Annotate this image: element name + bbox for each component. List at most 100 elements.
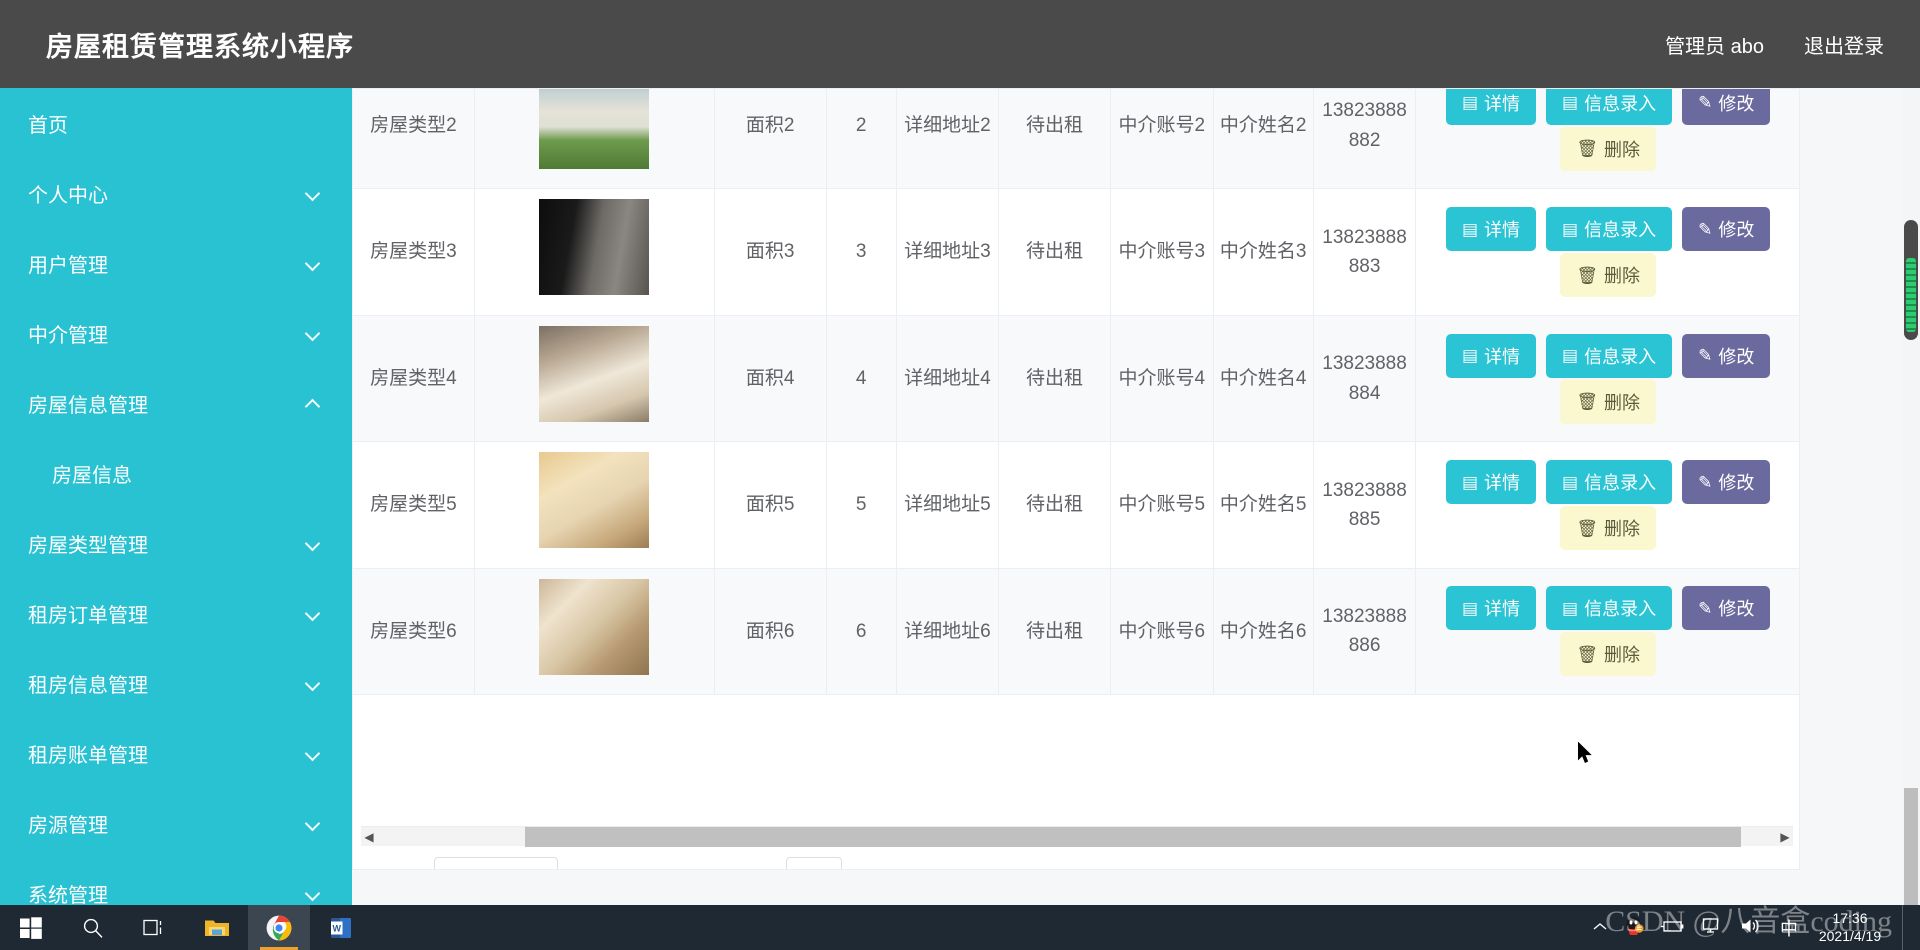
qq-icon[interactable] — [1624, 915, 1644, 940]
edit-button[interactable]: ✎ 修改 — [1682, 89, 1771, 125]
main-content: 房屋类型2 面积2 2 详细地址2 待出租 中介账号2 中介姓名2 13823888882 ▤ 详… — [352, 88, 1920, 905]
taskbar-clock[interactable]: 17:36 2021/4/19 — [1814, 910, 1886, 945]
document-icon: ▤ — [1562, 472, 1579, 492]
entry-button[interactable]: ▤ 信息录入 — [1546, 333, 1673, 378]
sidebar-item-5[interactable]: 房屋信息 — [0, 438, 352, 508]
word-icon[interactable]: W — [310, 905, 372, 950]
entry-button[interactable]: ▤ 信息录入 — [1546, 586, 1673, 631]
action-button-group-secondary: 🗑 删除 — [1422, 253, 1794, 298]
ime-indicator[interactable]: 中 — [1780, 915, 1798, 941]
taskbar-tray: 中 17:36 2021/4/19 — [1592, 905, 1920, 950]
sidebar-item-10[interactable]: 房源管理 — [0, 788, 352, 858]
delete-button[interactable]: 🗑 删除 — [1560, 379, 1656, 424]
house-table: 房屋类型2 面积2 2 详细地址2 待出租 中介账号2 中介姓名2 13823888882 ▤ 详… — [353, 89, 1799, 696]
edit-button[interactable]: ✎ 修改 — [1682, 333, 1771, 378]
chrome-icon[interactable] — [248, 905, 310, 950]
cell-agent-name: 中介姓名6 — [1213, 568, 1314, 696]
logout-button[interactable]: 退出登录 — [1804, 30, 1884, 59]
edit-button-label: 修改 — [1718, 93, 1755, 114]
entry-button[interactable]: ▤ 信息录入 — [1546, 89, 1673, 125]
horizontal-scrollbar[interactable]: ◀ ▶ — [361, 826, 1793, 847]
sidebar-item-label: 首页 — [28, 114, 68, 137]
goto-page-input[interactable] — [786, 857, 843, 869]
hscroll-track[interactable] — [377, 826, 1777, 847]
sidebar-item-1[interactable]: 个人中心 — [0, 158, 352, 228]
scroll-left-arrow-icon[interactable]: ◀ — [361, 830, 377, 844]
detail-button[interactable]: ▤ 详情 — [1445, 89, 1537, 125]
cell-agent-account: 中介账号6 — [1110, 568, 1214, 696]
sidebar-item-label: 系统管理 — [28, 884, 108, 906]
pencil-icon: ✎ — [1698, 598, 1713, 618]
sidebar-item-8[interactable]: 租房信息管理 — [0, 648, 352, 718]
entry-button[interactable]: ▤ 信息录入 — [1546, 207, 1673, 252]
sidebar-nav[interactable]: 首页个人中心用户管理中介管理 房屋信息管理 房屋信息 房屋类型管理租房订单管理 租房信息… — [0, 88, 352, 905]
cell-phone: 13823888882 — [1313, 89, 1417, 190]
delete-button[interactable]: 🗑 删除 — [1560, 506, 1656, 551]
cell-agent-account: 中介账号2 — [1110, 89, 1214, 190]
detail-button[interactable]: ▤ 详情 — [1445, 586, 1537, 631]
edit-button[interactable]: ✎ 修改 — [1682, 207, 1771, 252]
vscroll-thumb[interactable] — [1904, 220, 1918, 340]
windows-start-icon[interactable] — [0, 905, 62, 950]
sidebar-item-9[interactable]: 租房账单管理 — [0, 718, 352, 788]
scroll-right-arrow-icon[interactable]: ▶ — [1777, 830, 1793, 844]
detail-button[interactable]: ▤ 详情 — [1445, 207, 1537, 252]
page-number-1[interactable]: 1 — [624, 868, 664, 869]
detail-button[interactable]: ▤ 详情 — [1445, 333, 1537, 378]
battery-icon[interactable] — [1660, 918, 1686, 937]
detail-button-label: 详情 — [1484, 220, 1521, 241]
pencil-icon: ✎ — [1698, 93, 1713, 113]
table-row: 房屋类型2 面积2 2 详细地址2 待出租 中介账号2 中介姓名2 13823888882 ▤ 详… — [353, 89, 1799, 190]
volume-icon[interactable] — [1740, 917, 1764, 938]
document-icon: ▤ — [1562, 219, 1579, 239]
hscroll-thumb[interactable] — [525, 826, 1741, 847]
sidebar-item-0[interactable]: 首页 — [0, 88, 352, 158]
file-explorer-icon[interactable] — [186, 905, 248, 950]
delete-button[interactable]: 🗑 删除 — [1560, 126, 1656, 171]
chevron-down-icon — [306, 326, 320, 340]
search-icon[interactable] — [62, 905, 124, 950]
action-button-group: ▤ 详情 ▤ 信息录入 ✎ 修改 — [1422, 207, 1794, 252]
network-icon[interactable] — [1702, 917, 1724, 938]
document-icon: ▤ — [1461, 219, 1479, 239]
task-view-icon[interactable] — [124, 905, 186, 950]
cell-number: 5 — [826, 441, 897, 569]
chevron-down-icon — [306, 886, 320, 900]
sidebar-item-11[interactable]: 系统管理 — [0, 858, 352, 906]
delete-button[interactable]: 🗑 删除 — [1560, 632, 1656, 677]
sidebar-item-label: 租房信息管理 — [28, 674, 148, 697]
cell-house-image — [474, 89, 715, 190]
delete-button-label: 删除 — [1603, 266, 1640, 287]
edit-button-label: 修改 — [1718, 346, 1755, 367]
delete-button[interactable]: 🗑 删除 — [1560, 253, 1656, 298]
document-icon: ▤ — [1461, 472, 1479, 492]
sidebar-item-label: 租房订单管理 — [28, 604, 148, 627]
cell-address: 详细地址6 — [896, 568, 1000, 696]
sidebar-item-4[interactable]: 房屋信息管理 — [0, 368, 352, 438]
next-page-button[interactable]: › — [664, 859, 704, 870]
prev-page-button[interactable]: ‹ — [584, 859, 624, 870]
page-size-select[interactable]: 10条/页 — [434, 857, 559, 869]
sidebar-item-2[interactable]: 用户管理 — [0, 228, 352, 298]
sidebar-item-label: 用户管理 — [28, 254, 108, 277]
sidebar-item-6[interactable]: 房屋类型管理 — [0, 508, 352, 578]
vscroll-track-lower[interactable] — [1904, 788, 1918, 905]
sidebar-item-3[interactable]: 中介管理 — [0, 298, 352, 368]
detail-button[interactable]: ▤ 详情 — [1445, 460, 1537, 505]
action-button-group-secondary: 🗑 删除 — [1422, 506, 1794, 551]
vertical-scrollbar[interactable] — [1902, 88, 1920, 905]
cell-agent-name: 中介姓名4 — [1213, 315, 1314, 443]
app-header: 房屋租赁管理系统小程序 管理员 abo 退出登录 — [0, 0, 1920, 88]
chevron-up-icon[interactable] — [1592, 920, 1608, 936]
trash-icon: 🗑 — [1576, 644, 1598, 664]
interior-corridor-photo — [539, 578, 650, 675]
entry-button[interactable]: ▤ 信息录入 — [1546, 460, 1673, 505]
table-scroll-area[interactable]: 房屋类型2 面积2 2 详细地址2 待出租 中介账号2 中介姓名2 13823888882 ▤ 详… — [353, 89, 1799, 824]
cell-house-type: 房屋类型3 — [353, 188, 475, 316]
sidebar-item-7[interactable]: 租房订单管理 — [0, 578, 352, 648]
document-icon: ▤ — [1461, 346, 1479, 366]
edit-button[interactable]: ✎ 修改 — [1682, 460, 1771, 505]
show-desktop-button[interactable] — [1902, 905, 1912, 950]
edit-button[interactable]: ✎ 修改 — [1682, 586, 1771, 631]
trash-icon: 🗑 — [1576, 518, 1598, 538]
